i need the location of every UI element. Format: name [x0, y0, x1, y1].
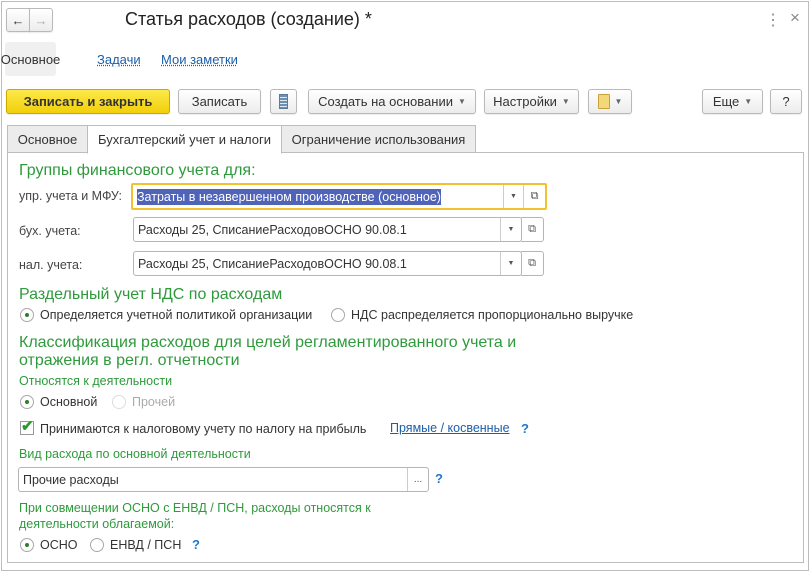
acc-account-field[interactable]: Расходы 25, СписаниеРасходовОСНО 90.08.1…	[133, 217, 522, 242]
help-button[interactable]: ?	[770, 89, 802, 114]
open-copy-icon[interactable]: ⧉	[521, 217, 544, 242]
more-button[interactable]: Еще ▼	[702, 89, 763, 114]
dropdown-arrow-icon: ▼	[561, 97, 570, 106]
nav-main[interactable]: Основное	[1, 42, 60, 76]
activity-option-main[interactable]: Основной	[40, 395, 97, 409]
acc-account-label: бух. учета:	[19, 224, 81, 238]
checkmark-icon: ✔	[21, 418, 34, 435]
arrow-right-icon: →	[34, 12, 48, 28]
tax-account-label: нал. учета:	[19, 258, 83, 272]
expense-type-label: Вид расхода по основной деятельности	[19, 447, 251, 461]
dropdown-arrow-icon: ▼	[457, 97, 466, 106]
dropdown-arrow-icon[interactable]: ▼	[503, 185, 523, 208]
activity-radio-other	[112, 395, 126, 409]
back-button[interactable]: ←	[6, 8, 30, 32]
classification-heading-2: отражения в регл. отчетности	[19, 352, 240, 369]
nav-notes-link[interactable]: Мои заметки	[161, 52, 238, 67]
combo-option-envd[interactable]: ЕНВД / ПСН	[110, 538, 181, 552]
vat-radio-proportional[interactable]	[331, 308, 345, 322]
tax-checkbox[interactable]: ✔	[20, 418, 34, 435]
tax-checkbox-label[interactable]: Принимаются к налоговому учету по налогу…	[40, 422, 366, 436]
open-copy-icon[interactable]: ⧉	[521, 251, 544, 276]
tab-usage-restriction[interactable]: Ограничение использования	[281, 125, 476, 153]
activity-label: Относятся к деятельности	[19, 374, 173, 388]
help-icon[interactable]: ?	[192, 537, 200, 552]
combo-label-1: При совмещении ОСНО с ЕНВД / ПСН, расход…	[19, 501, 371, 515]
close-icon[interactable]: ×	[790, 8, 800, 28]
save-and-close-button[interactable]: Записать и закрыть	[6, 89, 170, 114]
tax-account-field[interactable]: Расходы 25, СписаниеРасходовОСНО 90.08.1…	[133, 251, 522, 276]
open-copy-icon[interactable]: ⧉	[523, 185, 545, 208]
attachments-button[interactable]: ▼	[588, 89, 632, 114]
dropdown-arrow-icon[interactable]: ▼	[500, 218, 521, 241]
save-button[interactable]: Записать	[178, 89, 261, 114]
vat-heading: Раздельный учет НДС по расходам	[19, 286, 283, 303]
nav-tasks-link[interactable]: Задачи	[97, 52, 141, 67]
more-label: Еще	[712, 94, 740, 109]
tab-main[interactable]: Основное	[7, 125, 88, 153]
classification-heading-1: Классификация расходов для целей регламе…	[19, 334, 517, 351]
mgmt-account-label: упр. учета и МФУ:	[19, 189, 123, 203]
combo-label-2: деятельности облагаемой:	[19, 517, 175, 531]
report-button[interactable]	[270, 89, 297, 114]
combo-radio-osno[interactable]	[20, 538, 34, 552]
dropdown-arrow-icon[interactable]: ▼	[500, 252, 521, 275]
activity-radio-main[interactable]	[20, 395, 34, 409]
dropdown-arrow-icon: ▼	[614, 97, 623, 106]
acc-account-value: Расходы 25, СписаниеРасходовОСНО 90.08.1	[138, 222, 407, 237]
activity-option-other: Прочей	[132, 395, 176, 409]
more-menu-icon[interactable]: ⋮	[765, 10, 781, 30]
help-icon[interactable]: ?	[435, 471, 443, 486]
arrow-left-icon: ←	[11, 12, 25, 28]
mgmt-account-value: Затраты в незавершенном производстве (ос…	[137, 188, 441, 205]
document-list-icon	[279, 94, 288, 109]
tax-account-value: Расходы 25, СписаниеРасходовОСНО 90.08.1	[138, 256, 407, 271]
expense-type-field[interactable]: Прочие расходы...	[18, 467, 429, 492]
vat-option-proportional[interactable]: НДС распределяется пропорционально выруч…	[351, 308, 633, 322]
vat-radio-policy[interactable]	[20, 308, 34, 322]
fin-groups-heading: Группы финансового учета для:	[19, 162, 256, 179]
combo-radio-envd[interactable]	[90, 538, 104, 552]
direct-indirect-link[interactable]: Прямые / косвенные	[390, 421, 510, 435]
help-icon[interactable]: ?	[521, 421, 529, 436]
mgmt-account-field[interactable]: Затраты в незавершенном производстве (ос…	[131, 183, 547, 210]
document-clock-icon	[597, 94, 610, 109]
page-title: Статья расходов (создание) *	[125, 9, 372, 29]
expense-type-value: Прочие расходы	[23, 472, 119, 487]
select-button[interactable]: ...	[407, 468, 428, 491]
create-based-on-button[interactable]: Создать на основании ▼	[308, 89, 476, 114]
forward-button[interactable]: →	[29, 8, 53, 32]
settings-button[interactable]: Настройки ▼	[484, 89, 579, 114]
tab-accounting-taxes[interactable]: Бухгалтерский учет и налоги	[87, 125, 282, 154]
combo-option-osno[interactable]: ОСНО	[40, 538, 78, 552]
vat-option-policy[interactable]: Определяется учетной политикой организац…	[40, 308, 312, 322]
create-based-on-label: Создать на основании	[318, 94, 453, 109]
settings-label: Настройки	[493, 94, 557, 109]
dropdown-arrow-icon: ▼	[744, 97, 753, 106]
